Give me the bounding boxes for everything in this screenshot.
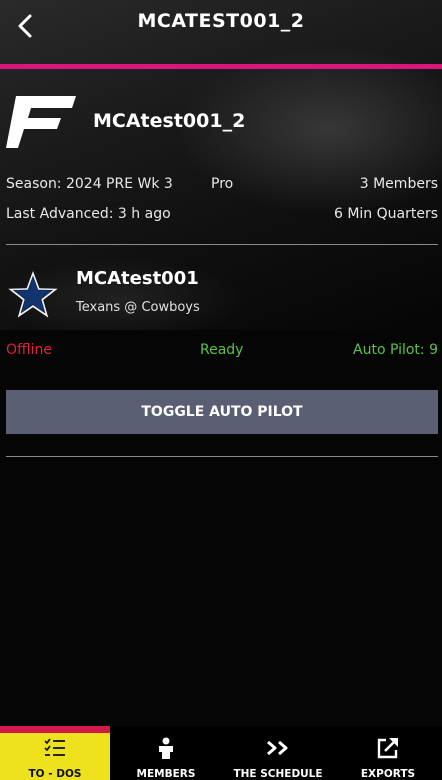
- tab-label: MEMBERS: [136, 768, 196, 780]
- last-advanced-label: Last Advanced: 3 h ago: [6, 206, 171, 222]
- league-logo-icon: [6, 96, 76, 148]
- person-icon: [159, 737, 173, 759]
- checklist-icon: [44, 738, 65, 756]
- double-chevron-right-icon: [267, 740, 288, 756]
- tab-label: THE SCHEDULE: [233, 768, 323, 780]
- tab-label: TO - DOS: [28, 768, 82, 780]
- accent-bar: [0, 64, 442, 69]
- tab-the-schedule[interactable]: THE SCHEDULE: [222, 726, 334, 780]
- status-row: Offline Ready Auto Pilot: 9: [6, 342, 438, 362]
- export-icon: [377, 738, 398, 759]
- team-user-name: MCAtest001: [76, 268, 199, 289]
- ready-status: Ready: [200, 342, 244, 358]
- offline-status: Offline: [6, 342, 52, 358]
- page-title: MCATEST001_2: [137, 10, 305, 32]
- cowboys-star-icon: [8, 271, 58, 318]
- top-bar: MCATEST001_2: [0, 0, 442, 64]
- quarter-length-label: 6 Min Quarters: [333, 206, 438, 222]
- toggle-auto-pilot-button[interactable]: TOGGLE AUTO PILOT: [6, 390, 438, 434]
- season-label: Season: 2024 PRE Wk 3: [6, 176, 173, 192]
- divider: [6, 456, 438, 457]
- difficulty-label: Pro: [211, 176, 234, 192]
- matchup-label: Texans @ Cowboys: [76, 300, 200, 315]
- tab-exports[interactable]: EXPORTS: [334, 726, 442, 780]
- divider: [6, 244, 438, 245]
- members-count: 3 Members: [359, 176, 438, 192]
- tab-members[interactable]: MEMBERS: [110, 726, 222, 780]
- tab-to-dos[interactable]: TO - DOS: [0, 726, 110, 780]
- tab-label: EXPORTS: [360, 768, 416, 780]
- auto-pilot-status: Auto Pilot: 9: [353, 342, 438, 358]
- league-name: MCAtest001_2: [93, 110, 246, 132]
- bottom-tab-bar: TO - DOS MEMBERS THE SCHEDULE EXPORTS: [0, 726, 442, 780]
